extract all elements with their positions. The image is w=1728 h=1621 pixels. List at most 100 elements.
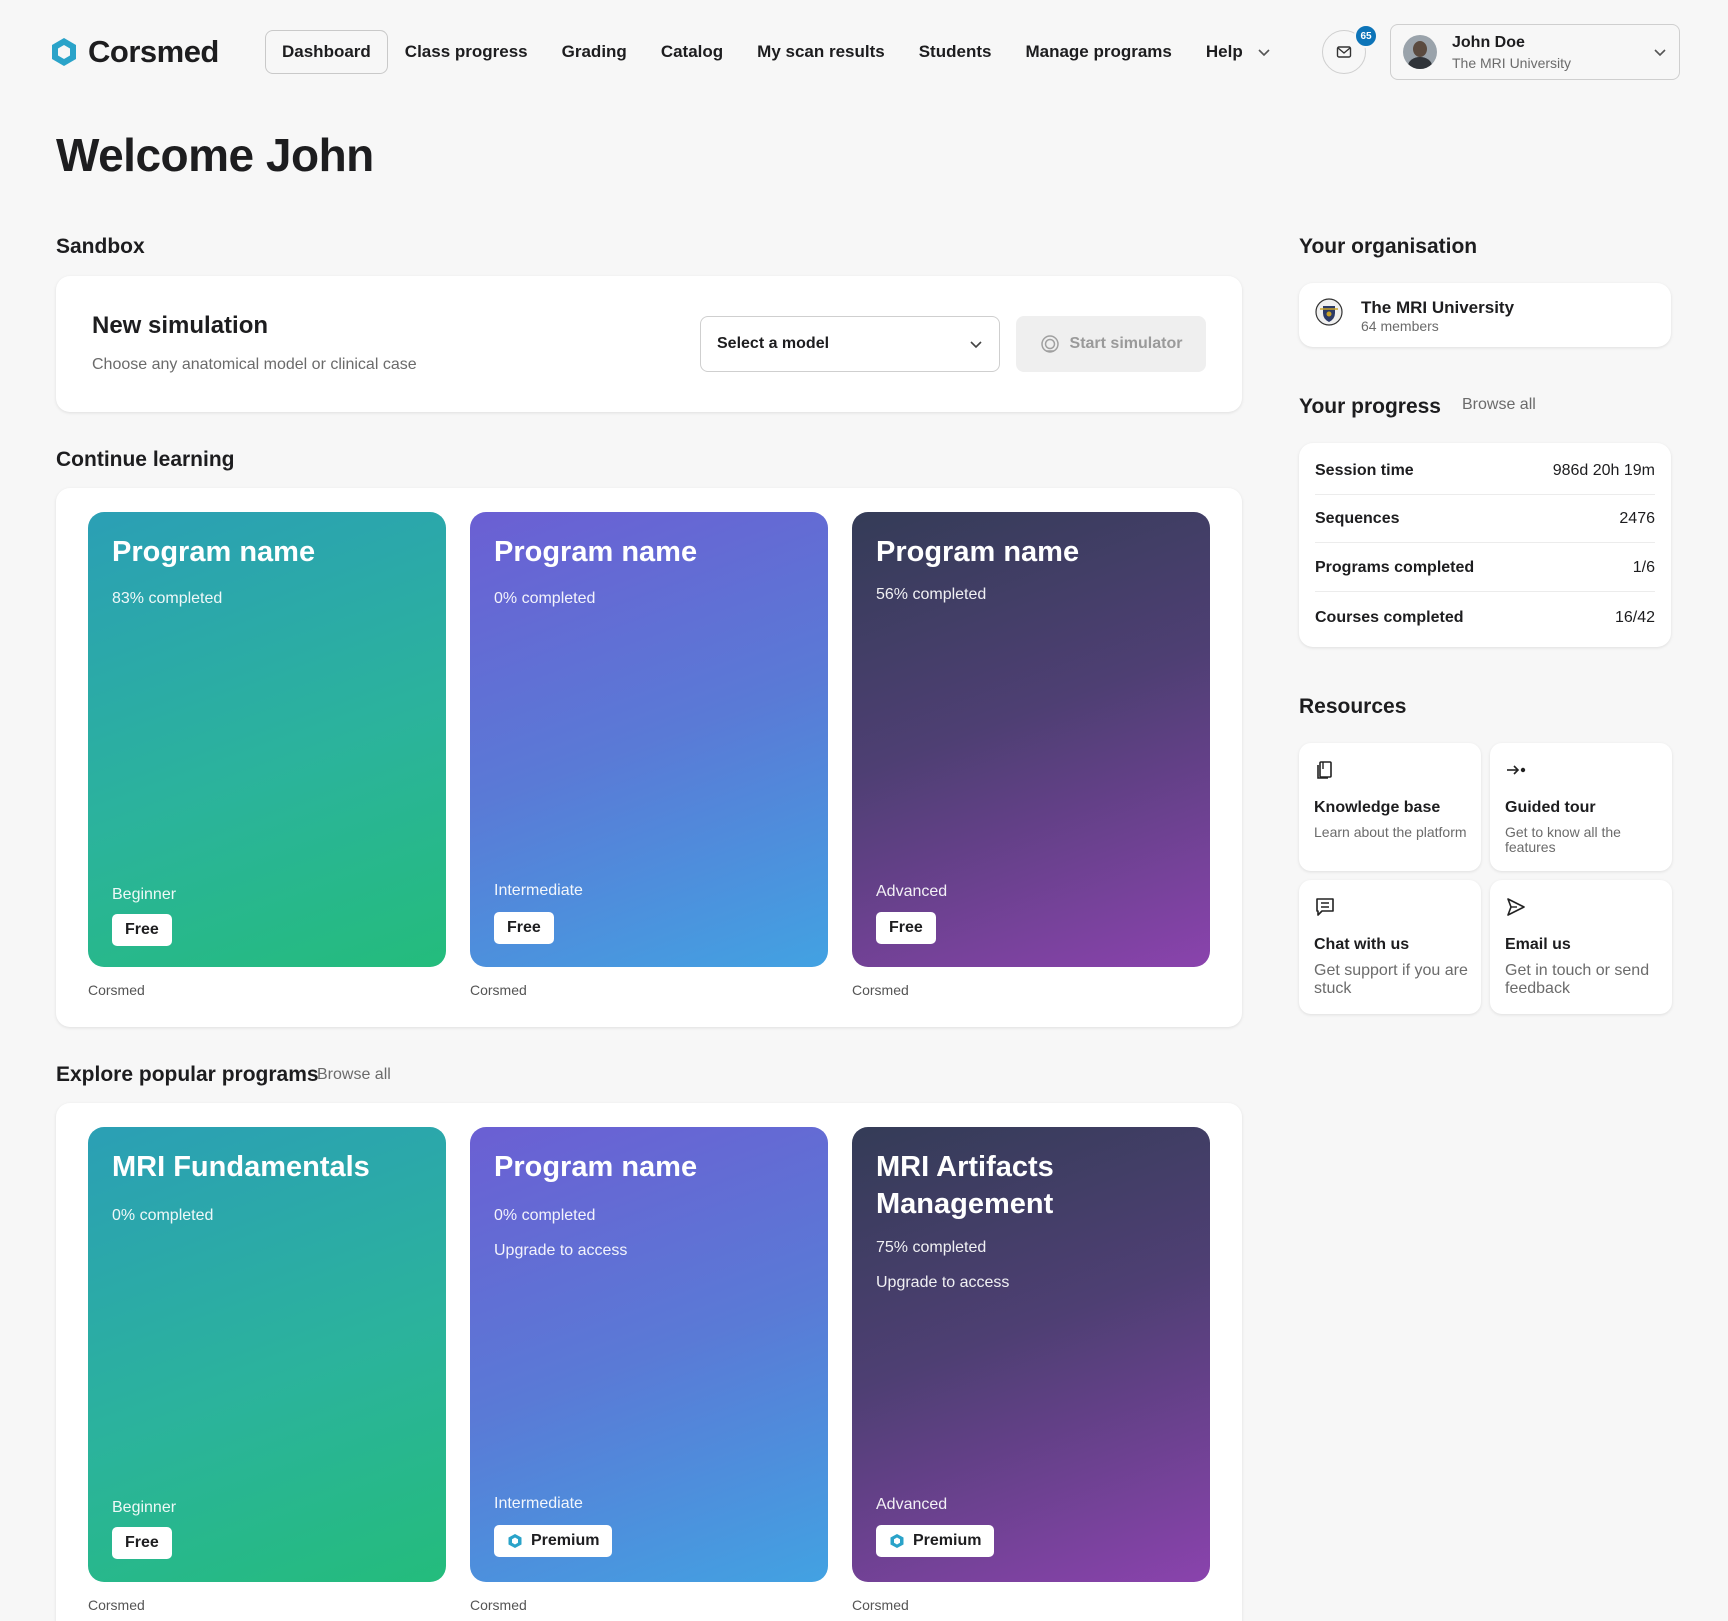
progress-label: Programs completed: [1315, 558, 1475, 576]
resource-title: Guided tour: [1505, 799, 1596, 816]
corsmed-logo[interactable]: Corsmed: [48, 34, 219, 70]
user-menu[interactable]: John Doe The MRI University: [1390, 24, 1680, 80]
chevron-down-icon: [1654, 49, 1666, 57]
progress-label: Session time: [1315, 461, 1414, 479]
explore-browse-all-link[interactable]: Browse all: [317, 1066, 391, 1084]
program-source: Corsmed: [852, 1597, 909, 1613]
page-title: Welcome John: [56, 129, 374, 181]
send-icon: [1507, 898, 1525, 916]
chevron-down-icon: [970, 341, 982, 349]
price-tag: Free: [494, 912, 554, 944]
nav-help-label: Help: [1205, 42, 1243, 61]
premium-tag: Premium: [876, 1525, 995, 1557]
program-progress: 56% completed: [876, 586, 987, 603]
progress-row-programs-completed: Programs completed 1/6: [1315, 544, 1655, 592]
nav-help[interactable]: Help: [1189, 30, 1288, 74]
premium-hexagon-icon: [890, 1534, 904, 1548]
upgrade-notice: Upgrade to access: [876, 1274, 1010, 1291]
program-title: MRI Fundamentals: [112, 1151, 370, 1183]
model-select[interactable]: Select a model: [700, 316, 1000, 372]
organisation-card[interactable]: The MRI University 64 members: [1299, 283, 1671, 347]
program-card[interactable]: Program name 56% completed Advanced Free: [852, 512, 1210, 967]
resource-title: Email us: [1505, 936, 1571, 953]
program-progress: 0% completed: [494, 590, 596, 607]
progress-value: 1/6: [1632, 558, 1655, 576]
progress-row-sequences: Sequences 2476: [1315, 495, 1655, 543]
progress-browse-all-link[interactable]: Browse all: [1462, 396, 1536, 414]
resource-title: Knowledge base: [1314, 799, 1441, 816]
premium-hexagon-icon: [508, 1534, 522, 1548]
start-simulator-button[interactable]: Start simulator: [1016, 316, 1206, 372]
nav-manage-programs[interactable]: Manage programs: [1008, 30, 1188, 74]
organisation-heading: Your organisation: [1299, 235, 1478, 258]
continue-learning-heading: Continue learning: [56, 448, 235, 471]
nav-catalog[interactable]: Catalog: [644, 30, 740, 74]
progress-label: Sequences: [1315, 509, 1400, 527]
program-source: Corsmed: [470, 982, 527, 998]
top-header: Corsmed Dashboard Class progress Grading…: [0, 0, 1728, 104]
chat-icon: [1316, 898, 1334, 916]
chevron-down-icon: [1258, 49, 1270, 57]
university-crest-icon: [1315, 298, 1343, 326]
program-title: Program name: [494, 536, 698, 568]
resource-guided-tour[interactable]: Guided tour Get to know all the features: [1490, 743, 1672, 871]
program-level: Beginner: [112, 886, 177, 903]
program-source: Corsmed: [852, 982, 909, 998]
program-card[interactable]: MRI Fundamentals 0% completed Beginner F…: [88, 1127, 446, 1582]
program-progress: 75% completed: [876, 1239, 987, 1256]
program-progress: 0% completed: [494, 1207, 596, 1224]
program-title: Program name: [876, 536, 1080, 568]
program-card[interactable]: Program name 0% completed Intermediate F…: [470, 512, 828, 967]
program-level: Intermediate: [494, 882, 583, 899]
notification-count-badge: 65: [1354, 24, 1378, 48]
program-level: Beginner: [112, 1499, 177, 1516]
user-org: The MRI University: [1452, 54, 1572, 71]
program-progress: 0% completed: [112, 1207, 214, 1224]
progress-label: Courses completed: [1315, 609, 1464, 626]
progress-value: 2476: [1619, 509, 1655, 527]
resource-knowledge-base[interactable]: Knowledge base Learn about the platform: [1299, 743, 1481, 871]
simulator-icon: [1040, 335, 1059, 353]
progress-value: 986d 20h 19m: [1552, 461, 1655, 479]
resource-email-us[interactable]: Email us Get in touch or send feedback: [1490, 880, 1672, 1014]
program-source: Corsmed: [88, 1597, 145, 1613]
progress-value: 16/42: [1614, 609, 1655, 626]
resources-heading: Resources: [1299, 695, 1407, 718]
new-simulation-panel: New simulation Choose any anatomical mod…: [56, 276, 1242, 412]
explore-heading: Explore popular programs: [56, 1063, 319, 1086]
upgrade-notice: Upgrade to access: [494, 1242, 628, 1259]
progress-row-courses-completed: Courses completed 16/42: [1315, 594, 1655, 642]
program-level: Advanced: [876, 883, 948, 900]
price-tag: Free: [876, 912, 936, 944]
nav-students[interactable]: Students: [902, 30, 1009, 74]
program-title: Program name: [112, 536, 316, 568]
book-icon: [1317, 761, 1332, 779]
user-name: John Doe: [1452, 33, 1525, 51]
program-card[interactable]: Program name 83% completed Beginner Free: [88, 512, 446, 967]
model-select-value: Select a model: [717, 335, 830, 352]
progress-panel: Session time 986d 20h 19m Sequences 2476…: [1299, 443, 1671, 647]
simulation-subtitle: Choose any anatomical model or clinical …: [92, 356, 417, 373]
resource-description: Get in touch or send feedback: [1505, 962, 1650, 997]
simulation-title: New simulation: [92, 312, 269, 339]
resource-chat-with-us[interactable]: Chat with us Get support if you are stuc…: [1299, 880, 1481, 1014]
price-tag: Free: [112, 914, 172, 946]
resource-title: Chat with us: [1314, 936, 1410, 953]
brand-name: Corsmed: [88, 34, 219, 69]
program-level: Intermediate: [494, 1495, 583, 1512]
nav-grading[interactable]: Grading: [545, 30, 644, 74]
nav-dashboard[interactable]: Dashboard: [265, 30, 388, 74]
price-tag: Free: [112, 1527, 172, 1559]
program-card[interactable]: MRI Artifacts Management 75% completed U…: [852, 1127, 1210, 1582]
resource-description: Get support if you are stuck: [1314, 962, 1468, 997]
resource-description: Learn about the platform: [1314, 824, 1467, 840]
program-progress: 83% completed: [112, 590, 223, 607]
nav-my-scan-results[interactable]: My scan results: [740, 30, 902, 74]
resource-description: Get to know all the features: [1505, 824, 1621, 855]
progress-heading: Your progress: [1299, 395, 1441, 418]
sandbox-heading: Sandbox: [56, 235, 145, 258]
program-source: Corsmed: [470, 1597, 527, 1613]
explore-panel: MRI Fundamentals 0% completed Beginner F…: [56, 1103, 1242, 1621]
program-card[interactable]: Program name 0% completed Upgrade to acc…: [470, 1127, 828, 1582]
nav-class-progress[interactable]: Class progress: [388, 30, 545, 74]
